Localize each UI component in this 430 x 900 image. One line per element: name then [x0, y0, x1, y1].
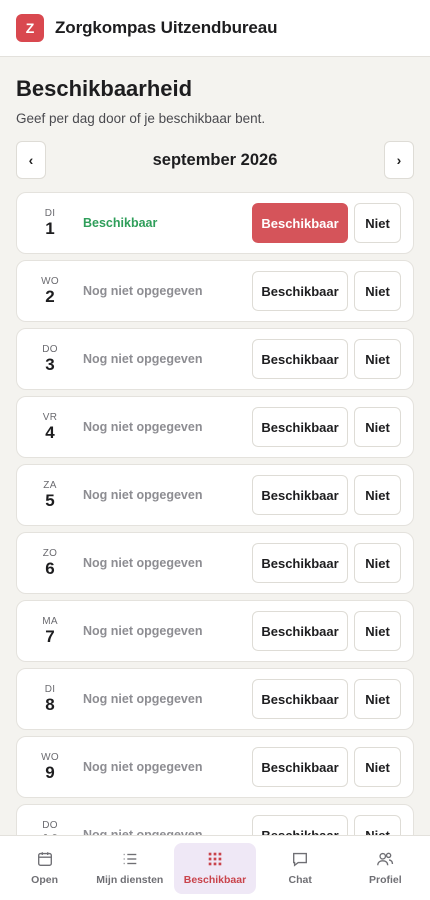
page-title: Beschikbaarheid: [16, 76, 193, 101]
day-abbr: VR: [42, 412, 58, 423]
day-status: Beschikbaar: [83, 216, 158, 230]
day-number: 3: [45, 355, 55, 374]
nav-label: Open: [31, 874, 59, 886]
day-number: 4: [45, 423, 55, 442]
calendar-icon: [37, 852, 52, 866]
day-abbr: WO: [41, 276, 59, 287]
day-number: 1: [45, 219, 55, 238]
day-number: 8: [45, 695, 55, 714]
available-button[interactable]: Beschikbaar: [252, 611, 348, 651]
day-abbr: ZO: [42, 548, 58, 559]
available-button[interactable]: Beschikbaar: [252, 475, 348, 515]
day-date: WO 2: [17, 276, 83, 306]
day-status: Nog niet opgegeven: [83, 692, 203, 706]
next-month-button[interactable]: ›: [384, 141, 414, 179]
available-button[interactable]: Beschikbaar: [252, 747, 348, 787]
page-subtitle: Geef per dag door of je beschikbaar bent…: [16, 111, 266, 126]
chat-icon: [293, 852, 308, 867]
nav-item-mijn-diensten[interactable]: Mijn diensten: [89, 843, 171, 894]
day-status: Nog niet opgegeven: [83, 760, 203, 774]
not-available-button[interactable]: Niet: [354, 747, 401, 787]
day-abbr: DI: [44, 684, 56, 695]
day-abbr: MA: [42, 616, 58, 627]
available-button[interactable]: Beschikbaar: [252, 339, 348, 379]
nav-item-beschikbaar[interactable]: Beschikbaar: [173, 842, 256, 894]
day-date: WO 9: [17, 752, 83, 782]
day-status: Nog niet opgegeven: [83, 556, 203, 570]
grid-icon: [208, 852, 222, 866]
available-button[interactable]: Beschikbaar: [252, 203, 348, 243]
day-status: Nog niet opgegeven: [83, 284, 203, 298]
available-button[interactable]: Beschikbaar: [252, 543, 348, 583]
day-row: MA 7 Nog niet opgegeven Beschikbaar Niet: [16, 600, 414, 662]
day-row: ZO 6 Nog niet opgegeven Beschikbaar Niet: [16, 532, 414, 594]
available-button[interactable]: Beschikbaar: [252, 271, 348, 311]
nav-item-profiel[interactable]: Profiel: [344, 843, 426, 894]
day-abbr: DO: [42, 820, 58, 831]
day-abbr: ZA: [43, 480, 57, 491]
day-number: 5: [45, 491, 55, 510]
nav-label: Profiel: [369, 874, 402, 886]
day-number: 9: [45, 763, 55, 782]
not-available-button[interactable]: Niet: [354, 679, 401, 719]
day-status: Nog niet opgegeven: [83, 624, 203, 638]
day-row: DI 1 Beschikbaar Beschikbaar Niet: [16, 192, 414, 254]
day-row: WO 2 Nog niet opgegeven Beschikbaar Niet: [16, 260, 414, 322]
nav-label: Mijn diensten: [96, 874, 164, 886]
not-available-button[interactable]: Niet: [354, 611, 401, 651]
users-icon: [377, 852, 394, 866]
month-navigator: ‹ september 2026 ›: [16, 140, 414, 180]
nav-label: Chat: [288, 874, 312, 886]
previous-month-button[interactable]: ‹: [16, 141, 46, 179]
nav-item-chat[interactable]: Chat: [259, 843, 341, 894]
day-status: Nog niet opgegeven: [83, 420, 203, 434]
day-status: Nog niet opgegeven: [83, 352, 203, 366]
month-label: september 2026: [152, 150, 278, 169]
app-title: Zorgkompas Uitzendbureau: [55, 18, 278, 37]
day-row: WO 9 Nog niet opgegeven Beschikbaar Niet: [16, 736, 414, 798]
not-available-button[interactable]: Niet: [354, 203, 401, 243]
day-date: DI 8: [17, 684, 83, 714]
day-row: DO 3 Nog niet opgegeven Beschikbaar Niet: [16, 328, 414, 390]
day-status: Nog niet opgegeven: [83, 488, 203, 502]
nav-label: Beschikbaar: [183, 874, 247, 886]
day-date: DO 3: [17, 344, 83, 374]
top-bar: Z Zorgkompas Uitzendbureau: [0, 0, 430, 57]
day-row: VR 4 Nog niet opgegeven Beschikbaar Niet: [16, 396, 414, 458]
day-row: ZA 5 Nog niet opgegeven Beschikbaar Niet: [16, 464, 414, 526]
day-date: ZA 5: [17, 480, 83, 510]
not-available-button[interactable]: Niet: [354, 475, 401, 515]
not-available-button[interactable]: Niet: [354, 271, 401, 311]
not-available-button[interactable]: Niet: [354, 407, 401, 447]
day-list: DI 1 Beschikbaar Beschikbaar Niet WO 2 N…: [16, 192, 414, 866]
available-button[interactable]: Beschikbaar: [252, 407, 348, 447]
day-row: DI 8 Nog niet opgegeven Beschikbaar Niet: [16, 668, 414, 730]
day-abbr: DO: [42, 344, 58, 355]
day-date: DI 1: [17, 208, 83, 238]
list-icon: [123, 853, 137, 865]
day-number: 2: [45, 287, 55, 306]
app-logo: Z: [16, 14, 44, 42]
day-date: VR 4: [17, 412, 83, 442]
day-date: MA 7: [17, 616, 83, 646]
day-abbr: WO: [41, 752, 59, 763]
day-abbr: DI: [44, 208, 56, 219]
day-number: 6: [45, 559, 55, 578]
main-content: Beschikbaarheid Geef per dag door of je …: [16, 57, 414, 866]
not-available-button[interactable]: Niet: [354, 543, 401, 583]
bottom-navigation: Open Mijn diensten Beschikbaar Chat Prof…: [0, 835, 430, 900]
available-button[interactable]: Beschikbaar: [252, 679, 348, 719]
day-date: ZO 6: [17, 548, 83, 578]
not-available-button[interactable]: Niet: [354, 339, 401, 379]
day-number: 7: [45, 627, 55, 646]
nav-item-open[interactable]: Open: [4, 843, 86, 894]
